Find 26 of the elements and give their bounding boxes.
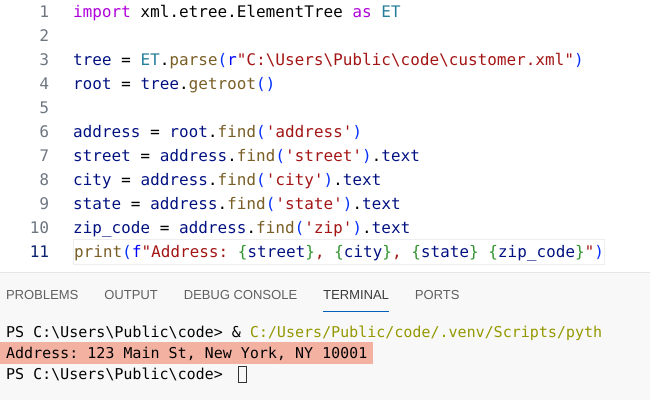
line-number: 3 — [38, 49, 50, 71]
line-number: 8 — [38, 169, 50, 191]
code-line: city = address.find('city').text — [73, 169, 382, 191]
line-number: 7 — [38, 145, 50, 167]
line-number: 2 — [38, 25, 50, 47]
code-line: tree = ET.parse(r"C:\Users\Public\code\customer.xml") — [73, 49, 584, 71]
terminal-line: PS C:\Users\Public\code> & C:/Users/Public/code/.venv/Scripts/pyth — [5, 322, 604, 343]
code-line: zip_code = address.find('zip').text — [73, 217, 410, 239]
panel-tab[interactable]: OUTPUT — [104, 281, 158, 312]
line-number: 1 — [38, 1, 50, 23]
line-number: 11 — [28, 241, 50, 263]
code-line: root = tree.getroot() — [73, 73, 276, 95]
code-line: street = address.find('street').text — [73, 145, 420, 167]
panel-tab[interactable]: PROBLEMS — [6, 281, 78, 312]
line-number: 6 — [38, 121, 50, 143]
line-number: 4 — [38, 73, 50, 95]
code-line: import xml.etree.ElementTree as ET — [73, 1, 401, 23]
line-number: 10 — [28, 217, 50, 239]
panel-tab[interactable]: DEBUG CONSOLE — [184, 281, 298, 312]
code-line: address = root.find('address') — [73, 121, 362, 143]
terminal-line: PS C:\Users\Public\code> — [5, 364, 224, 385]
line-number: 9 — [38, 193, 50, 215]
panel-tab[interactable]: TERMINAL — [323, 281, 389, 312]
line-number: 5 — [38, 97, 50, 119]
panel-tab[interactable]: PORTS — [414, 281, 460, 312]
code-line: state = address.find('state').text — [73, 193, 401, 215]
